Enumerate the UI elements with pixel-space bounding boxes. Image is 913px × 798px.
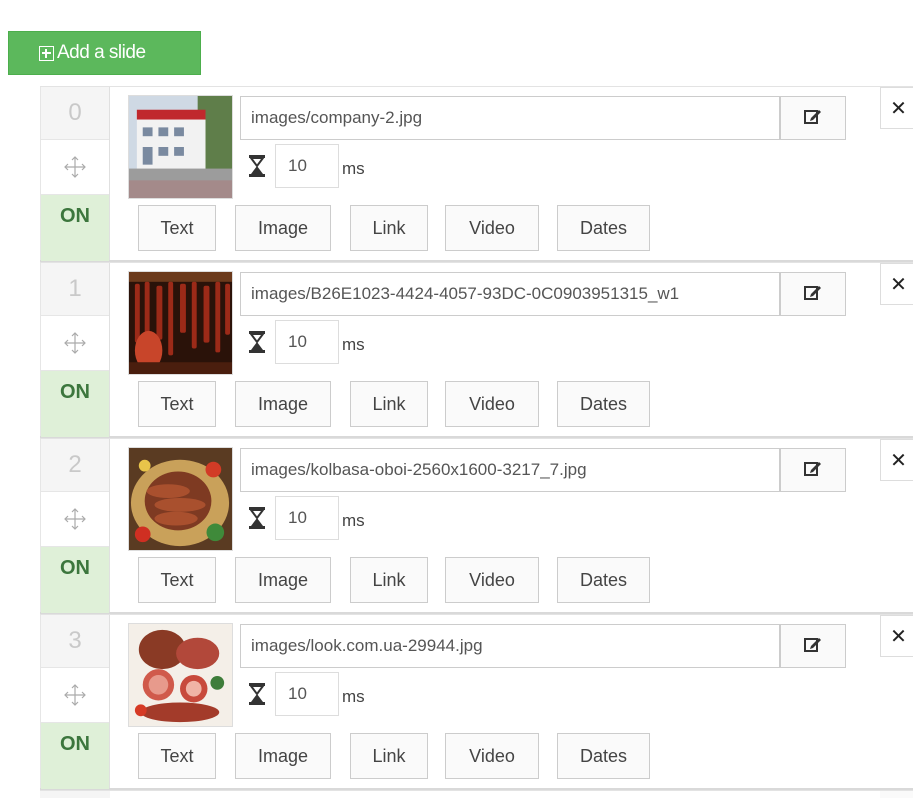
slide-thumbnail[interactable] <box>128 271 233 375</box>
delay-unit: ms <box>342 687 365 706</box>
image-path-field[interactable]: images/B26E1023-4424-4057-93DC-0C0903951… <box>240 272 780 316</box>
edit-image-button[interactable] <box>780 96 846 140</box>
slide-row: 3 ON images/look.com.ua-29944.jpg ✕ 10 m… <box>40 614 913 790</box>
close-icon[interactable]: ✕ <box>880 615 913 657</box>
tab-dates[interactable]: Dates <box>557 557 650 603</box>
tab-video[interactable]: Video <box>445 381 539 427</box>
move-arrows-icon[interactable] <box>41 140 109 195</box>
add-slide-label: Add a slide <box>57 42 146 63</box>
slide-controls: 0 ON <box>40 87 110 261</box>
tab-link[interactable]: Link <box>350 557 428 603</box>
tab-text[interactable]: Text <box>138 205 216 251</box>
slide-row: 0 ON images/company-2.jpg ✕ 10 ms Text I… <box>40 86 913 262</box>
delay-unit: ms <box>342 159 365 178</box>
slide-thumbnail[interactable] <box>128 623 233 727</box>
hourglass-icon <box>248 683 266 705</box>
close-icon[interactable]: ✕ <box>880 439 913 481</box>
tab-dates[interactable]: Dates <box>557 381 650 427</box>
delay-input[interactable]: 10 <box>275 496 339 540</box>
image-path-field[interactable]: images/kolbasa-oboi-2560x1600-3217_7.jpg <box>240 448 780 492</box>
tab-image[interactable]: Image <box>235 381 331 427</box>
image-path-field[interactable]: images/company-2.jpg <box>240 96 780 140</box>
delay-unit: ms <box>342 335 365 354</box>
tab-image[interactable]: Image <box>235 733 331 779</box>
slide-index: 3 <box>41 615 109 668</box>
tab-link[interactable]: Link <box>350 733 428 779</box>
delay-input[interactable]: 10 <box>275 320 339 364</box>
status-toggle[interactable]: ON <box>41 195 109 261</box>
add-slide-button[interactable]: Add a slide <box>8 31 201 75</box>
slide-thumbnail[interactable] <box>128 447 233 551</box>
tab-dates[interactable]: Dates <box>557 733 650 779</box>
slide-thumbnail[interactable] <box>128 95 233 199</box>
slide-index: 2 <box>41 439 109 492</box>
move-arrows-icon[interactable] <box>41 668 109 723</box>
slide-controls: 1 ON <box>40 263 110 437</box>
status-toggle[interactable]: ON <box>41 723 109 789</box>
tab-dates[interactable]: Dates <box>557 205 650 251</box>
tab-image[interactable]: Image <box>235 557 331 603</box>
edit-image-button[interactable] <box>780 448 846 492</box>
slide-row: 1 ON images/B26E1023-4424-4057-93DC-0C09… <box>40 262 913 438</box>
edit-icon <box>804 635 822 658</box>
tab-text[interactable]: Text <box>138 381 216 427</box>
edit-image-button[interactable] <box>780 624 846 668</box>
tab-image[interactable]: Image <box>235 205 331 251</box>
hourglass-icon <box>248 507 266 529</box>
slide-controls: 3 ON <box>40 615 110 789</box>
close-icon[interactable]: ✕ <box>880 263 913 305</box>
hourglass-icon <box>248 331 266 353</box>
slide-index: 0 <box>41 87 109 140</box>
edit-icon <box>804 459 822 482</box>
delay-unit: ms <box>342 511 365 530</box>
status-toggle[interactable]: ON <box>41 547 109 613</box>
delay-input[interactable]: 10 <box>275 672 339 716</box>
tab-text[interactable]: Text <box>138 733 216 779</box>
tab-video[interactable]: Video <box>445 205 539 251</box>
image-path-field[interactable]: images/look.com.ua-29944.jpg <box>240 624 780 668</box>
tab-link[interactable]: Link <box>350 205 428 251</box>
tab-video[interactable]: Video <box>445 733 539 779</box>
move-arrows-icon[interactable] <box>41 492 109 547</box>
delay-input[interactable]: 10 <box>275 144 339 188</box>
move-arrows-icon[interactable] <box>41 316 109 371</box>
close-icon[interactable]: ✕ <box>880 87 913 129</box>
tab-text[interactable]: Text <box>138 557 216 603</box>
slide-row: 2 ON images/kolbasa-oboi-2560x1600-3217_… <box>40 438 913 614</box>
slide-controls: 2 ON <box>40 439 110 613</box>
plus-square-icon <box>39 45 54 61</box>
slide-index: 1 <box>41 263 109 316</box>
edit-icon <box>804 283 822 306</box>
tab-link[interactable]: Link <box>350 381 428 427</box>
edit-icon <box>804 107 822 130</box>
tab-video[interactable]: Video <box>445 557 539 603</box>
edit-image-button[interactable] <box>780 272 846 316</box>
status-toggle[interactable]: ON <box>41 371 109 437</box>
hourglass-icon <box>248 155 266 177</box>
